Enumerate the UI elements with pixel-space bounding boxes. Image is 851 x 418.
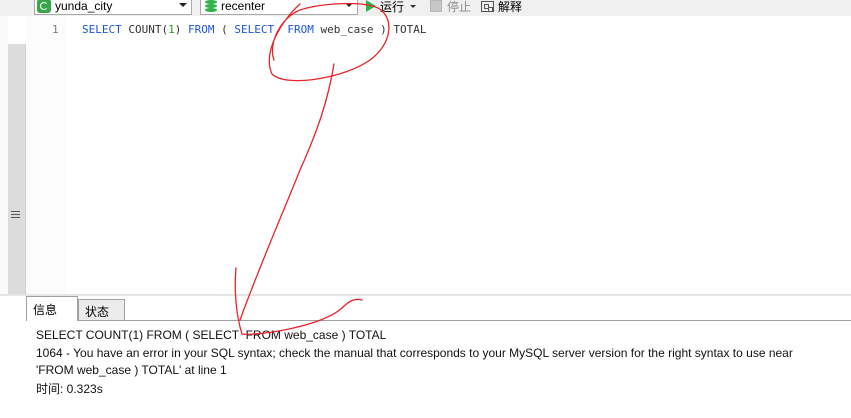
chevron-down-icon	[179, 3, 187, 7]
error-message-cont: 'FROM web_case ) TOTAL' at line 1	[36, 363, 227, 377]
stop-label: 停止	[447, 0, 472, 14]
explain-label: 解释	[498, 0, 523, 14]
database-select[interactable]: recenter	[200, 0, 358, 15]
chevron-down-icon	[345, 3, 353, 7]
sql-editor[interactable]	[66, 16, 851, 294]
toolbar: yunda_city recenter 运行 停止 解释	[0, 0, 851, 16]
sql-token: SELECT	[82, 23, 122, 36]
sql-token: FROM	[187, 23, 215, 36]
executed-query: SELECT COUNT(1) FROM ( SELECT FROM web_c…	[36, 328, 387, 342]
database-icon	[205, 0, 217, 13]
sql-code-line[interactable]: SELECT COUNT(1) FROM ( SELECT FROM web_c…	[82, 23, 426, 36]
execution-time: 时间: 0.323s	[36, 382, 103, 396]
sql-token: COUNT(	[121, 23, 169, 36]
panel-divider[interactable]	[0, 294, 851, 296]
error-message: 1064 - You have an error in your SQL syn…	[36, 346, 793, 360]
run-dropdown-icon[interactable]	[410, 4, 417, 8]
tab-info-label: 信息	[33, 303, 58, 317]
sql-token: FROM	[287, 23, 314, 36]
sql-token: (	[214, 23, 235, 36]
line-number-gutter	[26, 16, 66, 294]
tab-status[interactable]: 状态	[78, 299, 125, 320]
left-edge	[0, 16, 8, 294]
sql-token: 1	[168, 23, 175, 36]
stop-button[interactable]: 停止	[430, 0, 471, 14]
splitter-grip-icon[interactable]	[11, 209, 20, 221]
database-label: recenter	[221, 0, 266, 13]
tab-baseline	[26, 320, 851, 321]
sql-token: web_case ) TOTAL	[313, 23, 427, 36]
stop-icon	[430, 0, 442, 12]
connection-label: yunda_city	[55, 0, 113, 13]
connection-icon	[37, 0, 51, 13]
sql-token: SELECT	[234, 23, 275, 36]
side-panel-splitter[interactable]	[8, 44, 26, 294]
tab-info[interactable]: 信息	[26, 296, 78, 321]
tab-status-label: 状态	[85, 305, 110, 319]
play-icon	[366, 0, 376, 12]
message-output: SELECT COUNT(1) FROM ( SELECT FROM web_c…	[0, 321, 851, 418]
line-number: 1	[52, 23, 59, 36]
explain-button[interactable]: 解释	[481, 0, 522, 14]
run-label: 运行	[380, 0, 405, 14]
connection-select[interactable]: yunda_city	[34, 0, 192, 15]
run-button[interactable]: 运行	[366, 0, 417, 14]
explain-icon	[481, 0, 494, 12]
sql-token: )	[174, 23, 188, 36]
